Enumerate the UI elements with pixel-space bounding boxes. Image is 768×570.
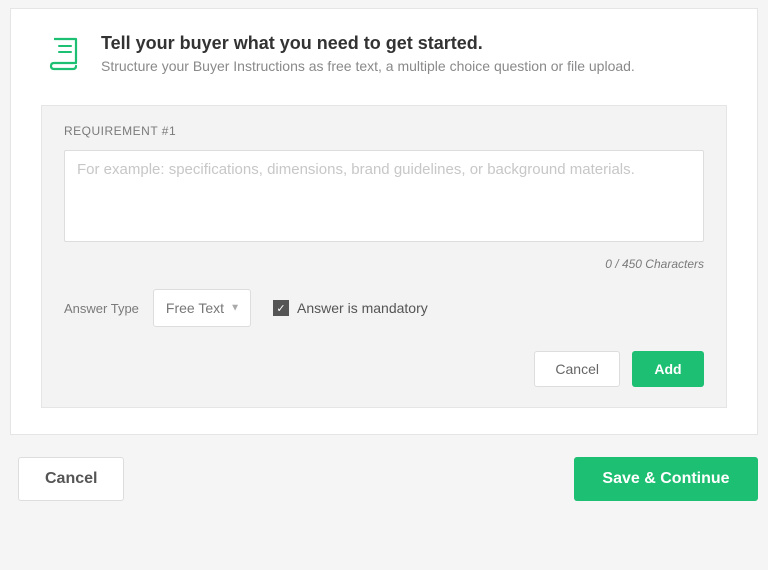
footer-actions: Cancel Save & Continue <box>18 457 758 501</box>
char-counter: 0 / 450 Characters <box>64 257 704 271</box>
check-icon: ✓ <box>276 302 285 315</box>
requirement-actions: Cancel Add <box>64 351 704 387</box>
save-continue-button[interactable]: Save & Continue <box>574 457 758 501</box>
requirement-textarea[interactable] <box>64 150 704 242</box>
answer-type-select[interactable]: Free Text ▼ <box>153 289 251 327</box>
header: Tell your buyer what you need to get sta… <box>41 33 727 77</box>
requirement-box: REQUIREMENT #1 0 / 450 Characters Answer… <box>41 105 727 408</box>
main-card: Tell your buyer what you need to get sta… <box>10 8 758 435</box>
answer-type-label: Answer Type <box>64 301 139 316</box>
cancel-button[interactable]: Cancel <box>534 351 620 387</box>
document-icon <box>41 33 85 77</box>
add-button[interactable]: Add <box>632 351 704 387</box>
page-title: Tell your buyer what you need to get sta… <box>101 33 635 54</box>
answer-type-value: Free Text <box>166 300 224 316</box>
header-text: Tell your buyer what you need to get sta… <box>101 33 635 74</box>
mandatory-label: Answer is mandatory <box>297 300 428 316</box>
mandatory-checkbox-wrap: ✓ Answer is mandatory <box>273 300 428 316</box>
requirement-options: Answer Type Free Text ▼ ✓ Answer is mand… <box>64 289 704 327</box>
chevron-down-icon: ▼ <box>230 303 240 314</box>
requirement-label: REQUIREMENT #1 <box>64 124 704 138</box>
cancel-page-button[interactable]: Cancel <box>18 457 124 501</box>
char-count: 0 <box>605 257 612 271</box>
mandatory-checkbox[interactable]: ✓ <box>273 300 289 316</box>
char-max: / 450 Characters <box>612 257 704 271</box>
page-subtitle: Structure your Buyer Instructions as fre… <box>101 58 635 74</box>
